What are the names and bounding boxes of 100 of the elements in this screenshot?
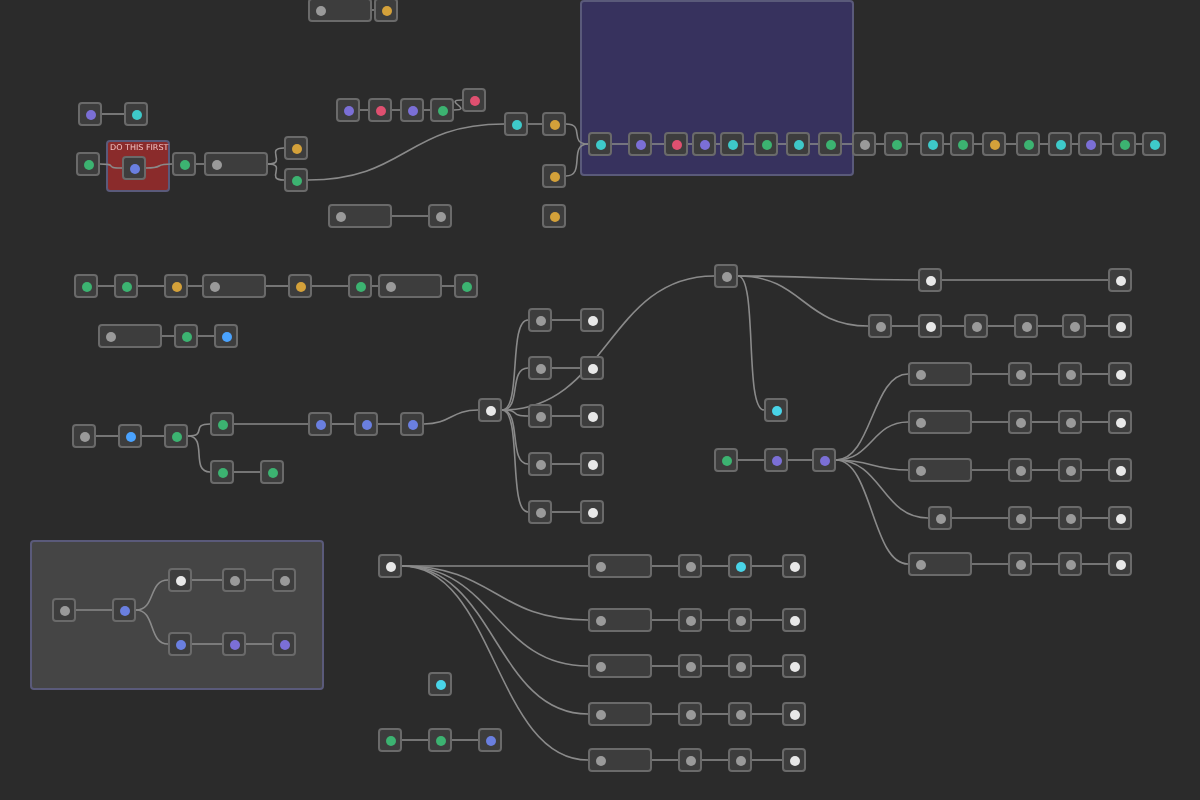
workflow-node[interactable] bbox=[782, 748, 806, 772]
workflow-node[interactable] bbox=[1142, 132, 1166, 156]
workflow-node[interactable] bbox=[378, 554, 402, 578]
workflow-node[interactable] bbox=[908, 362, 972, 386]
workflow-node[interactable] bbox=[308, 412, 332, 436]
workflow-node[interactable] bbox=[1062, 314, 1086, 338]
workflow-node[interactable] bbox=[260, 460, 284, 484]
workflow-node[interactable] bbox=[98, 324, 162, 348]
workflow-node[interactable] bbox=[1108, 362, 1132, 386]
workflow-node[interactable] bbox=[72, 424, 96, 448]
workflow-node[interactable] bbox=[308, 0, 372, 22]
workflow-node[interactable] bbox=[222, 568, 246, 592]
workflow-node[interactable] bbox=[884, 132, 908, 156]
workflow-node[interactable] bbox=[164, 424, 188, 448]
workflow-node[interactable] bbox=[124, 102, 148, 126]
workflow-node[interactable] bbox=[210, 460, 234, 484]
workflow-node[interactable] bbox=[928, 506, 952, 530]
workflow-node[interactable] bbox=[368, 98, 392, 122]
workflow-node[interactable] bbox=[428, 672, 452, 696]
workflow-node[interactable] bbox=[764, 448, 788, 472]
workflow-node[interactable] bbox=[74, 274, 98, 298]
workflow-node[interactable] bbox=[504, 112, 528, 136]
workflow-node[interactable] bbox=[1108, 410, 1132, 434]
workflow-node[interactable] bbox=[1008, 410, 1032, 434]
workflow-node[interactable] bbox=[478, 398, 502, 422]
workflow-node[interactable] bbox=[1058, 506, 1082, 530]
workflow-node[interactable] bbox=[678, 702, 702, 726]
workflow-node[interactable] bbox=[868, 314, 892, 338]
workflow-node[interactable] bbox=[172, 152, 196, 176]
workflow-node[interactable] bbox=[678, 608, 702, 632]
workflow-node[interactable] bbox=[284, 168, 308, 192]
workflow-node[interactable] bbox=[462, 88, 486, 112]
workflow-node[interactable] bbox=[1014, 314, 1038, 338]
workflow-node[interactable] bbox=[678, 654, 702, 678]
workflow-node[interactable] bbox=[428, 204, 452, 228]
workflow-node[interactable] bbox=[728, 654, 752, 678]
workflow-node[interactable] bbox=[918, 314, 942, 338]
workflow-node[interactable] bbox=[786, 132, 810, 156]
workflow-node[interactable] bbox=[336, 98, 360, 122]
workflow-node[interactable] bbox=[580, 452, 604, 476]
workflow-node[interactable] bbox=[1108, 458, 1132, 482]
workflow-node[interactable] bbox=[272, 632, 296, 656]
workflow-node[interactable] bbox=[528, 452, 552, 476]
workflow-node[interactable] bbox=[542, 164, 566, 188]
workflow-node[interactable] bbox=[1108, 506, 1132, 530]
workflow-node[interactable] bbox=[118, 424, 142, 448]
workflow-node[interactable] bbox=[580, 500, 604, 524]
workflow-node[interactable] bbox=[782, 608, 806, 632]
workflow-node[interactable] bbox=[288, 274, 312, 298]
workflow-node[interactable] bbox=[692, 132, 716, 156]
workflow-node[interactable] bbox=[1058, 410, 1082, 434]
workflow-node[interactable] bbox=[542, 204, 566, 228]
workflow-node[interactable] bbox=[964, 314, 988, 338]
workflow-node[interactable] bbox=[348, 274, 372, 298]
sticky-note[interactable] bbox=[580, 0, 854, 176]
workflow-node[interactable] bbox=[378, 728, 402, 752]
workflow-node[interactable] bbox=[1078, 132, 1102, 156]
workflow-node[interactable] bbox=[664, 132, 688, 156]
workflow-node[interactable] bbox=[1112, 132, 1136, 156]
workflow-node[interactable] bbox=[52, 598, 76, 622]
workflow-node[interactable] bbox=[1008, 506, 1032, 530]
workflow-node[interactable] bbox=[164, 274, 188, 298]
workflow-node[interactable] bbox=[1048, 132, 1072, 156]
workflow-node[interactable] bbox=[222, 632, 246, 656]
workflow-node[interactable] bbox=[114, 274, 138, 298]
workflow-node[interactable] bbox=[918, 268, 942, 292]
workflow-node[interactable] bbox=[728, 608, 752, 632]
workflow-node[interactable] bbox=[542, 112, 566, 136]
workflow-node[interactable] bbox=[168, 632, 192, 656]
workflow-node[interactable] bbox=[782, 654, 806, 678]
workflow-node[interactable] bbox=[202, 274, 266, 298]
workflow-node[interactable] bbox=[812, 448, 836, 472]
workflow-node[interactable] bbox=[478, 728, 502, 752]
workflow-node[interactable] bbox=[428, 728, 452, 752]
workflow-node[interactable] bbox=[374, 0, 398, 22]
workflow-node[interactable] bbox=[204, 152, 268, 176]
workflow-node[interactable] bbox=[628, 132, 652, 156]
workflow-node[interactable] bbox=[782, 554, 806, 578]
workflow-node[interactable] bbox=[714, 264, 738, 288]
workflow-node[interactable] bbox=[1108, 314, 1132, 338]
workflow-node[interactable] bbox=[210, 412, 234, 436]
workflow-node[interactable] bbox=[378, 274, 442, 298]
workflow-node[interactable] bbox=[818, 132, 842, 156]
workflow-node[interactable] bbox=[588, 554, 652, 578]
workflow-node[interactable] bbox=[720, 132, 744, 156]
workflow-node[interactable] bbox=[1058, 458, 1082, 482]
workflow-node[interactable] bbox=[588, 702, 652, 726]
workflow-node[interactable] bbox=[588, 654, 652, 678]
workflow-node[interactable] bbox=[580, 356, 604, 380]
workflow-node[interactable] bbox=[1008, 458, 1032, 482]
workflow-node[interactable] bbox=[284, 136, 308, 160]
workflow-node[interactable] bbox=[982, 132, 1006, 156]
workflow-node[interactable] bbox=[354, 412, 378, 436]
workflow-node[interactable] bbox=[728, 702, 752, 726]
workflow-node[interactable] bbox=[754, 132, 778, 156]
workflow-node[interactable] bbox=[112, 598, 136, 622]
workflow-node[interactable] bbox=[580, 404, 604, 428]
workflow-node[interactable] bbox=[528, 356, 552, 380]
workflow-node[interactable] bbox=[852, 132, 876, 156]
workflow-node[interactable] bbox=[782, 702, 806, 726]
